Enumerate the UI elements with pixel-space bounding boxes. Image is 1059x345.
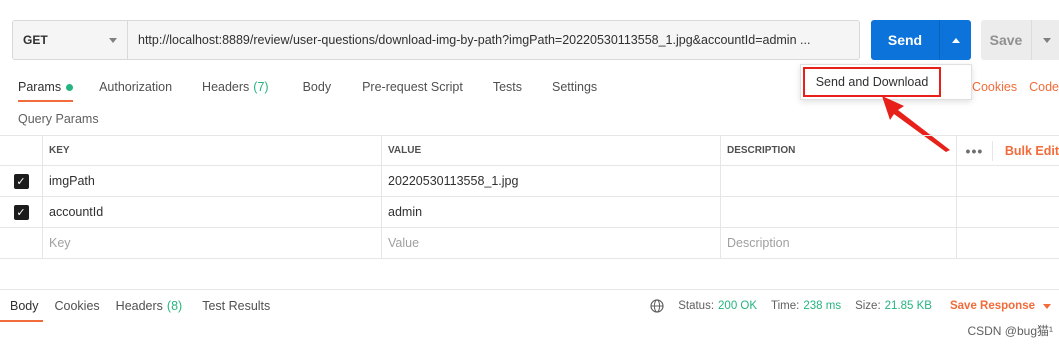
- save-button[interactable]: Save: [981, 20, 1031, 60]
- chevron-down-icon: [1043, 303, 1051, 309]
- response-tab-headers[interactable]: Headers (8): [116, 290, 183, 322]
- more-options-icon[interactable]: •••: [957, 140, 993, 161]
- tab-label: Headers: [115, 298, 163, 313]
- tab-label: Body: [10, 298, 39, 313]
- response-tab-test-results[interactable]: Test Results: [202, 290, 270, 322]
- code-link[interactable]: Code: [1029, 80, 1059, 94]
- watermark: CSDN @bug猫¹: [967, 324, 1053, 338]
- param-value[interactable]: admin: [382, 197, 721, 227]
- tab-label: Params: [18, 80, 62, 94]
- tab-tests[interactable]: Tests: [493, 72, 522, 102]
- param-description[interactable]: [721, 166, 957, 196]
- row-check-cell: [0, 228, 43, 258]
- tab-label: Body: [302, 80, 332, 94]
- size-label: Size:: [855, 300, 881, 312]
- query-params-title: Query Params: [18, 112, 99, 126]
- tab-label: Cookies: [54, 298, 100, 313]
- response-tab-cookies[interactable]: Cookies: [55, 290, 100, 322]
- size-value[interactable]: 21.85 KB: [885, 300, 932, 312]
- description-placeholder[interactable]: Description: [721, 228, 957, 258]
- response-status-area: Status: 200 OK Time: 238 ms Size: 21.85 …: [650, 290, 1051, 322]
- table-row: ✓ imgPath 20220530113558_1.jpg: [0, 166, 1059, 197]
- method-select[interactable]: GET: [13, 21, 128, 59]
- tab-label: Authorization: [99, 80, 173, 94]
- headers-count: (7): [253, 80, 269, 94]
- header-tools: ••• Bulk Edit: [957, 136, 1059, 165]
- response-bar: Body Cookies Headers (8) Test Results St…: [0, 289, 1059, 322]
- time-value[interactable]: 238 ms: [803, 300, 841, 312]
- tab-authorization[interactable]: Authorization: [99, 72, 172, 102]
- tab-label: Test Results: [202, 298, 271, 313]
- request-url-bar: GET http://localhost:8889/review/user-qu…: [12, 20, 860, 60]
- send-button[interactable]: Send: [871, 20, 939, 60]
- tab-label: Settings: [552, 80, 598, 94]
- tab-params[interactable]: Params: [18, 72, 74, 102]
- method-label: GET: [23, 33, 48, 47]
- response-headers-count: (8): [166, 298, 183, 313]
- header-value: VALUE: [382, 136, 721, 165]
- save-options-toggle[interactable]: [1031, 20, 1059, 60]
- right-links: Cookies Code: [960, 72, 1059, 102]
- row-checkbox[interactable]: ✓: [13, 173, 29, 189]
- tab-label: Pre-request Script: [362, 80, 463, 94]
- send-button-group: Send: [871, 20, 971, 60]
- status-value[interactable]: 200 OK: [718, 300, 757, 312]
- response-tab-body[interactable]: Body: [0, 290, 42, 322]
- param-key[interactable]: imgPath: [43, 166, 382, 196]
- table-row-empty: Key Value Description: [0, 228, 1059, 259]
- tab-label: Tests: [492, 80, 522, 94]
- key-placeholder[interactable]: Key: [43, 228, 382, 258]
- chevron-up-icon: [951, 37, 960, 43]
- header-description: DESCRIPTION: [721, 136, 957, 165]
- value-placeholder[interactable]: Value: [382, 228, 721, 258]
- save-button-group: Save: [981, 20, 1059, 60]
- params-active-dot-icon: [66, 83, 74, 91]
- tab-settings[interactable]: Settings: [552, 72, 597, 102]
- tab-body[interactable]: Body: [303, 72, 332, 102]
- table-header-row: KEY VALUE DESCRIPTION ••• Bulk Edit: [0, 135, 1059, 166]
- save-response-button[interactable]: Save Response: [950, 300, 1051, 312]
- bulk-edit-link[interactable]: Bulk Edit: [1005, 144, 1059, 158]
- chevron-down-icon: [109, 37, 117, 43]
- send-and-download-item[interactable]: Send and Download: [803, 67, 941, 97]
- tab-label: Headers: [202, 80, 250, 94]
- row-check-cell: ✓: [0, 197, 43, 227]
- globe-icon[interactable]: [650, 299, 664, 313]
- save-response-label: Save Response: [949, 300, 1035, 312]
- header-key: KEY: [43, 136, 382, 165]
- cookies-link[interactable]: Cookies: [972, 80, 1017, 94]
- row-tools: [957, 228, 1059, 258]
- row-tools: [957, 166, 1059, 196]
- url-input[interactable]: http://localhost:8889/review/user-questi…: [128, 21, 859, 59]
- params-table: KEY VALUE DESCRIPTION ••• Bulk Edit ✓ im…: [0, 135, 1059, 259]
- status-label: Status:: [678, 300, 715, 312]
- table-row: ✓ accountId admin: [0, 197, 1059, 228]
- param-value[interactable]: 20220530113558_1.jpg: [382, 166, 721, 196]
- tab-pre-request-script[interactable]: Pre-request Script: [362, 72, 463, 102]
- param-key[interactable]: accountId: [43, 197, 382, 227]
- chevron-down-icon: [1042, 37, 1051, 43]
- request-tabs: Params Authorization Headers (7) Body Pr…: [0, 72, 597, 102]
- row-checkbox[interactable]: ✓: [13, 204, 29, 220]
- tab-headers[interactable]: Headers (7): [202, 72, 269, 102]
- header-check-cell: [0, 136, 43, 165]
- time-label: Time:: [771, 300, 800, 312]
- row-tools: [957, 197, 1059, 227]
- param-description[interactable]: [721, 197, 957, 227]
- row-check-cell: ✓: [0, 166, 43, 196]
- send-options-toggle[interactable]: [939, 20, 971, 60]
